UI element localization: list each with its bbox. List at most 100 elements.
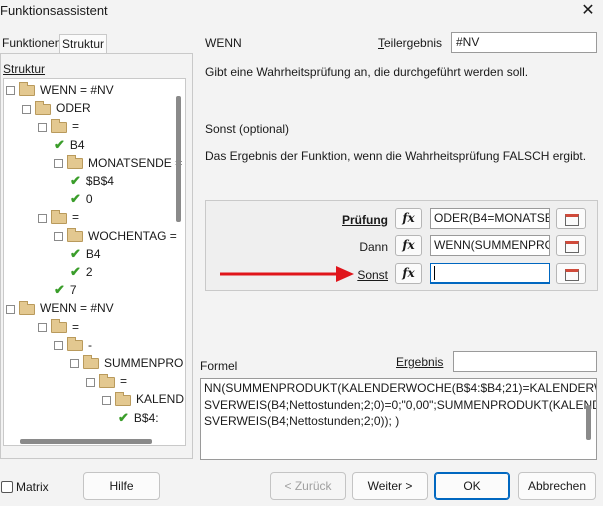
tree-item[interactable]: WOCHENTAG = — [54, 227, 177, 245]
tree-item[interactable]: MONATSENDE = — [54, 154, 182, 172]
cancel-button[interactable]: Abbrechen — [518, 472, 596, 500]
next-button[interactable]: Weiter > — [352, 472, 428, 500]
expander-icon[interactable] — [22, 104, 31, 114]
checkmark-icon: ✔ — [70, 264, 81, 279]
partial-result-label: Teilergebnis — [378, 36, 442, 50]
structure-tree[interactable]: WENN = #NV ODER = ✔ B4 MONATSENDE = ✔ $B$4 ✔ 0 = WO… — [3, 78, 186, 446]
function-name: WENN — [205, 36, 242, 50]
folder-icon — [99, 373, 115, 388]
tree-item-label: KALEND — [136, 392, 185, 407]
window-title: Funktionsassistent — [0, 3, 108, 18]
tree-item[interactable]: WENN = #NV — [6, 299, 114, 317]
result-label: Ergebnis — [396, 355, 443, 369]
tree-item-label: 7 — [69, 283, 77, 298]
tree-item-label: ODER — [56, 101, 91, 116]
ok-button[interactable]: OK — [434, 472, 510, 500]
partial-result-label-rest: eilergebnis — [384, 36, 443, 50]
partial-result-field: #NV — [451, 32, 597, 53]
tree-horizontal-scrollbar[interactable] — [20, 439, 152, 444]
argument-field-sonst[interactable] — [430, 263, 550, 284]
tree-item[interactable]: SUMMENPRO — [70, 354, 183, 372]
expander-icon[interactable] — [6, 86, 15, 96]
folder-icon — [115, 391, 131, 406]
tree-item[interactable]: ✔ B$4: — [118, 409, 159, 427]
tree-item-label: B4 — [85, 246, 101, 261]
expander-icon[interactable] — [54, 231, 63, 241]
tree-item-label: WENN = #NV — [40, 301, 114, 316]
checkmark-icon: ✔ — [70, 191, 81, 207]
tree-item-label: MONATSENDE = — [88, 155, 183, 170]
argument-label-text: Prüfung — [342, 213, 388, 227]
folder-icon — [19, 300, 35, 315]
tree-vertical-scrollbar[interactable] — [176, 96, 181, 222]
tree-item[interactable]: ✔ $B$4 — [70, 172, 114, 190]
folder-icon — [51, 118, 67, 133]
argument-field-dann[interactable]: WENN(SUMMENPROD — [430, 235, 550, 256]
folder-icon — [67, 155, 83, 170]
result-field — [453, 351, 597, 372]
structure-label: Struktur — [3, 62, 46, 76]
tree-item[interactable]: = — [38, 208, 79, 226]
function-description: Gibt eine Wahrheitsprüfung an, die durch… — [205, 65, 529, 79]
tree-item-label: 2 — [85, 265, 93, 279]
expander-icon[interactable] — [86, 377, 95, 387]
tree-item[interactable]: - — [54, 336, 92, 354]
argument-field-pruefung[interactable]: ODER(B4=MONATSEN — [430, 208, 550, 229]
tree-item[interactable]: KALEND — [102, 390, 184, 408]
close-icon[interactable]: ✕ — [578, 0, 598, 22]
tree-item-label: - — [88, 337, 92, 352]
argument-label-text: Dann — [359, 240, 388, 254]
tree-item-label: = — [72, 319, 80, 334]
tree-item-label: = — [120, 374, 128, 389]
tree-item-label: WENN = #NV — [40, 83, 114, 97]
tree-item-label: = — [72, 119, 80, 134]
help-button[interactable]: Hilfe — [83, 472, 160, 500]
matrix-label[interactable]: Matrix — [16, 480, 49, 494]
tree-item[interactable]: ✔ 7 — [54, 281, 77, 299]
folder-icon — [51, 209, 67, 224]
checkmark-icon: ✔ — [70, 173, 81, 188]
tree-item[interactable]: ✔ 0 — [70, 190, 93, 208]
tree-item[interactable]: = — [38, 318, 79, 336]
tree-item-label: B$4: — [133, 410, 159, 425]
formula-label-text: Formel — [200, 359, 238, 373]
tree-item[interactable]: ✔ B4 — [70, 245, 101, 263]
folder-icon — [51, 318, 67, 333]
expander-icon[interactable] — [54, 159, 63, 169]
tree-item[interactable]: ODER — [22, 99, 91, 117]
formula-field[interactable]: NN(SUMMENPRODUKT(KALENDERWOCHE(B$4:$B4;2… — [200, 378, 597, 460]
fx-button-pruefung[interactable]: fx — [395, 208, 422, 229]
tree-item-label: $B$4 — [85, 174, 114, 188]
tree-item-label: SUMMENPRO — [104, 356, 184, 370]
expander-icon[interactable] — [38, 122, 47, 132]
tab-structure[interactable]: Struktur — [59, 34, 108, 53]
tree-item[interactable]: ✔ B4 — [54, 136, 85, 154]
tree-item[interactable]: = — [38, 117, 79, 135]
shrink-icon-dann[interactable] — [556, 235, 586, 256]
tab-functions[interactable]: Funktionen — [0, 34, 63, 53]
tree-item[interactable]: WENN = #NV — [6, 81, 114, 99]
tree-item-label: B4 — [69, 137, 85, 152]
checkmark-icon: ✔ — [118, 409, 129, 425]
argument-label-pruefung: Prüfung — [228, 213, 388, 227]
shrink-icon-pruefung[interactable] — [556, 208, 586, 229]
fx-button-sonst[interactable]: fx — [395, 263, 422, 284]
folder-icon — [83, 355, 99, 370]
expander-icon[interactable] — [54, 341, 63, 351]
back-button[interactable]: < Zurück — [270, 472, 346, 500]
expander-icon[interactable] — [70, 359, 79, 369]
folder-icon — [19, 82, 35, 97]
fx-button-dann[interactable]: fx — [395, 235, 422, 256]
tree-item-label: 0 — [85, 192, 93, 207]
tree-item[interactable]: ✔ 2 — [70, 263, 93, 281]
expander-icon[interactable] — [38, 322, 47, 332]
folder-icon — [35, 100, 51, 115]
matrix-checkbox[interactable] — [1, 481, 13, 493]
formula-scrollbar[interactable] — [586, 405, 591, 440]
folder-icon — [67, 227, 83, 242]
expander-icon[interactable] — [38, 213, 47, 223]
expander-icon[interactable] — [102, 395, 111, 405]
tree-item[interactable]: = — [86, 372, 127, 390]
expander-icon[interactable] — [6, 304, 15, 314]
shrink-icon-sonst[interactable] — [556, 263, 586, 284]
